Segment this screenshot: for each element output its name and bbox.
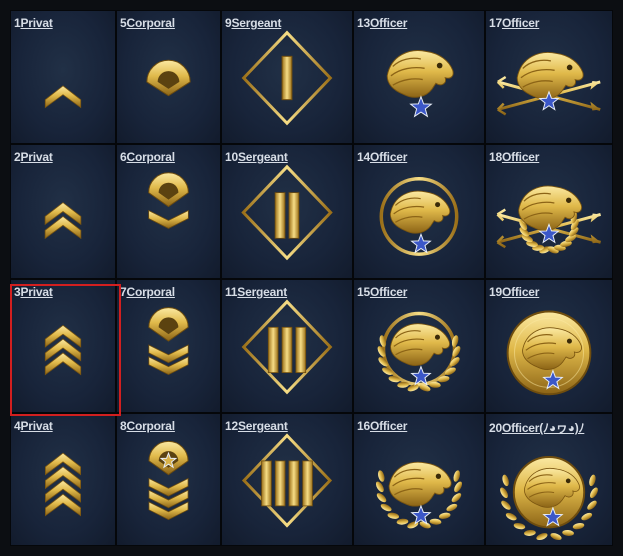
- rank-number: 11: [225, 285, 238, 299]
- private-2-chevron-icon: [11, 145, 115, 278]
- rank-label: 19Officer: [489, 285, 539, 299]
- rank-label: 6Corporal: [120, 150, 175, 164]
- rank-number: 16: [357, 419, 370, 433]
- rank-number: 18: [489, 150, 502, 164]
- rank-label: 10Sergeant: [225, 150, 288, 164]
- rank-tile-20[interactable]: 20Officer(ﾉ◕ヮ◕)ﾉ: [485, 413, 613, 546]
- officer-eagle-arrows-icon: [486, 11, 612, 143]
- rank-tile-14[interactable]: 14Officer: [353, 144, 485, 279]
- sergeant-2-bar-icon: [222, 145, 352, 278]
- rank-name-link[interactable]: Officer(ﾉ◕ヮ◕)ﾉ: [502, 421, 585, 435]
- rank-tile-1[interactable]: 1Privat: [10, 10, 116, 144]
- rank-tile-13[interactable]: 13Officer: [353, 10, 485, 144]
- rank-label: 8Corporal: [120, 419, 175, 433]
- rank-tile-7[interactable]: 7Corporal: [116, 279, 221, 413]
- rank-name-link[interactable]: Privat: [20, 16, 52, 30]
- rank-tile-16[interactable]: 16Officer: [353, 413, 485, 546]
- private-4-chevron-icon: [11, 414, 115, 545]
- rank-name-link[interactable]: Officer: [502, 16, 539, 30]
- rank-name-link[interactable]: Sergeant: [238, 150, 288, 164]
- rank-name-link[interactable]: Corporal: [126, 16, 175, 30]
- rank-label: 1Privat: [14, 16, 53, 30]
- officer-eagle-arrows-wreath-icon: [486, 145, 612, 278]
- officer-eagle-laurel-icon: [354, 414, 484, 545]
- rank-label: 17Officer: [489, 16, 539, 30]
- rank-name-link[interactable]: Officer: [502, 150, 539, 164]
- rank-tile-3[interactable]: 3Privat: [10, 279, 116, 413]
- sergeant-1-bar-icon: [222, 11, 352, 143]
- rank-tile-5[interactable]: 5Corporal: [116, 10, 221, 144]
- rank-number: 12: [225, 419, 238, 433]
- rank-name-link[interactable]: Officer: [370, 285, 407, 299]
- rank-name-link[interactable]: Corporal: [126, 285, 175, 299]
- rank-insignia-grid: 1Privat 5Corporal 9Sergeant 13Officer 17Of…: [10, 10, 613, 546]
- sergeant-4-bar-icon: [222, 414, 352, 545]
- rank-label: 20Officer(ﾉ◕ヮ◕)ﾉ: [489, 419, 585, 436]
- rank-tile-18[interactable]: 18Officer: [485, 144, 613, 279]
- rank-label: 15Officer: [357, 285, 407, 299]
- rank-label: 14Officer: [357, 150, 407, 164]
- rank-name-link[interactable]: Sergeant: [238, 419, 288, 433]
- rank-name-link[interactable]: Corporal: [126, 419, 175, 433]
- rank-number: 13: [357, 16, 370, 30]
- rank-tile-10[interactable]: 10Sergeant: [221, 144, 353, 279]
- rank-name-link[interactable]: Corporal: [126, 150, 175, 164]
- rank-number: 15: [357, 285, 370, 299]
- rank-tile-8[interactable]: 8Corporal: [116, 413, 221, 546]
- rank-label: 7Corporal: [120, 285, 175, 299]
- rank-number: 19: [489, 285, 502, 299]
- rank-tile-17[interactable]: 17Officer: [485, 10, 613, 144]
- rank-tile-6[interactable]: 6Corporal: [116, 144, 221, 279]
- corporal-2-icon: [117, 145, 220, 278]
- rank-tile-12[interactable]: 12Sergeant: [221, 413, 353, 546]
- rank-label: 11Sergeant: [225, 285, 287, 299]
- corporal-4-star-icon: [117, 414, 220, 545]
- rank-name-link[interactable]: Officer: [502, 285, 539, 299]
- rank-number: 17: [489, 16, 502, 30]
- officer-eagle-medal-icon: [486, 280, 612, 412]
- rank-name-link[interactable]: Sergeant: [237, 285, 287, 299]
- sergeant-3-bar-icon: [222, 280, 352, 412]
- rank-tile-9[interactable]: 9Sergeant: [221, 10, 353, 144]
- rank-name-link[interactable]: Privat: [20, 150, 52, 164]
- officer-eagle-ring-icon: [354, 145, 484, 278]
- rank-name-link[interactable]: Officer: [370, 16, 407, 30]
- rank-number: 10: [225, 150, 238, 164]
- rank-name-link[interactable]: Sergeant: [231, 16, 281, 30]
- rank-label: 2Privat: [14, 150, 53, 164]
- rank-number: 20: [489, 421, 502, 435]
- rank-label: 12Sergeant: [225, 419, 288, 433]
- corporal-3-icon: [117, 280, 220, 412]
- rank-name-link[interactable]: Privat: [20, 419, 52, 433]
- corporal-1-icon: [117, 11, 220, 143]
- rank-label: 3Privat: [14, 285, 53, 299]
- rank-name-link[interactable]: Privat: [20, 285, 52, 299]
- rank-tile-4[interactable]: 4Privat: [10, 413, 116, 546]
- rank-tile-2[interactable]: 2Privat: [10, 144, 116, 279]
- rank-label: 18Officer: [489, 150, 539, 164]
- rank-tile-15[interactable]: 15Officer: [353, 279, 485, 413]
- rank-label: 13Officer: [357, 16, 407, 30]
- officer-eagle-ring-wreath-icon: [354, 280, 484, 412]
- rank-number: 14: [357, 150, 370, 164]
- officer-eagle-star-icon: [354, 11, 484, 143]
- rank-name-link[interactable]: Officer: [370, 150, 407, 164]
- rank-tile-11[interactable]: 11Sergeant: [221, 279, 353, 413]
- rank-label: 4Privat: [14, 419, 53, 433]
- rank-label: 9Sergeant: [225, 16, 281, 30]
- rank-label: 5Corporal: [120, 16, 175, 30]
- rank-name-link[interactable]: Officer: [370, 419, 407, 433]
- rank-label: 16Officer: [357, 419, 407, 433]
- private-1-chevron-icon: [11, 11, 115, 143]
- private-3-chevron-icon: [11, 280, 115, 412]
- rank-tile-19[interactable]: 19Officer: [485, 279, 613, 413]
